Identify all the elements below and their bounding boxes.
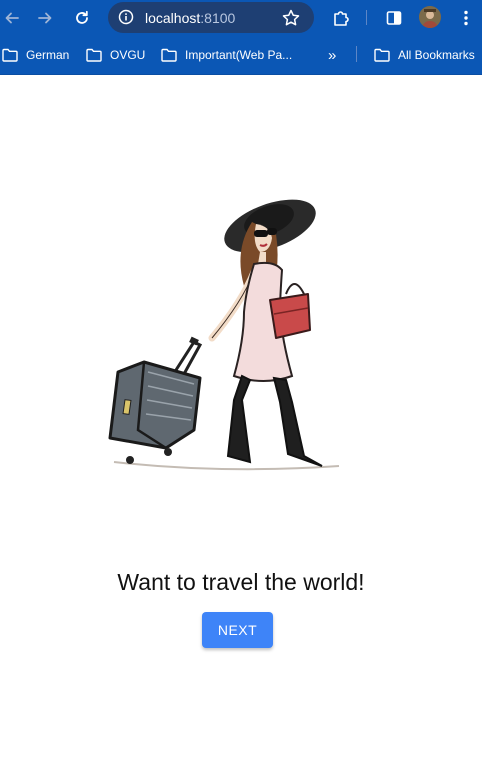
folder-icon xyxy=(86,48,102,62)
reload-button[interactable] xyxy=(70,6,94,30)
bookmark-folder-important[interactable]: Important(Web Pa... xyxy=(161,46,292,64)
bookmark-label: German xyxy=(26,48,70,62)
arrow-left-icon xyxy=(5,12,19,24)
all-bookmarks-button[interactable]: All Bookmarks xyxy=(374,46,475,64)
all-bookmarks-label: All Bookmarks xyxy=(398,48,475,62)
address-bar[interactable]: localhost:8100 xyxy=(108,2,314,33)
bookmark-folder-ovgu[interactable]: OVGU xyxy=(86,46,145,64)
folder-icon xyxy=(374,48,390,62)
site-info-icon[interactable] xyxy=(118,9,134,25)
next-button[interactable]: NEXT xyxy=(202,612,273,648)
profile-avatar[interactable] xyxy=(419,6,441,28)
toolbar-separator xyxy=(366,10,367,25)
url-text: localhost:8100 xyxy=(145,10,236,26)
puzzle-icon xyxy=(334,11,349,26)
kebab-menu-icon xyxy=(464,10,468,26)
side-panel-icon xyxy=(386,11,402,25)
woman-traveler-illustration xyxy=(108,199,340,471)
avatar-icon xyxy=(419,6,441,28)
page-headline: Want to travel the world! xyxy=(117,569,365,595)
folder-icon xyxy=(161,48,177,62)
overflow-chevron-icon: » xyxy=(328,46,337,64)
bookmark-label: OVGU xyxy=(110,48,146,62)
bookmark-label: Important(Web Pa... xyxy=(185,48,293,62)
side-panel-button[interactable] xyxy=(382,6,406,30)
menu-button[interactable] xyxy=(454,6,478,30)
folder-icon xyxy=(2,48,18,62)
reload-icon xyxy=(76,10,88,24)
bookmark-folder-german[interactable]: German xyxy=(2,46,69,64)
forward-button[interactable] xyxy=(33,6,57,30)
bookmarks-separator xyxy=(356,46,357,62)
back-button[interactable] xyxy=(0,6,24,30)
bookmarks-overflow-button[interactable]: » xyxy=(328,46,336,64)
browser-toolbar: localhost:8100 xyxy=(0,0,482,36)
star-icon[interactable] xyxy=(281,8,301,28)
arrow-right-icon xyxy=(38,12,52,24)
extensions-button[interactable] xyxy=(329,6,353,30)
